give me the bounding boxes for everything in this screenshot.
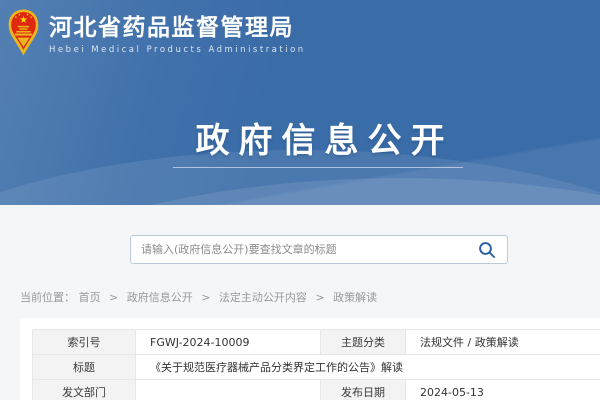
date-value: 2024-05-13	[406, 380, 600, 400]
index-value: FGWJ-2024-10009	[136, 330, 321, 355]
search-input[interactable]	[131, 243, 478, 256]
breadcrumb-separator: >	[315, 291, 324, 304]
breadcrumb-item-policy[interactable]: 政策解读	[333, 291, 377, 304]
title-value: 《关于规范医疗器械产品分类界定工作的公告》解读	[136, 355, 600, 380]
breadcrumb-prefix: 当前位置：	[20, 291, 75, 304]
breadcrumb-item-disclosure[interactable]: 法定主动公开内容	[219, 291, 307, 304]
document-card: 索引号 FGWJ-2024-10009 主题分类 法规文件 / 政策解读 标题 …	[20, 318, 600, 400]
page: 河北省药品监督管理局 Hebei Medical Products Admini…	[0, 0, 600, 400]
brand[interactable]: 河北省药品监督管理局 Hebei Medical Products Admini…	[7, 9, 306, 56]
meta-row-department-date: 发文部门 发布日期 2024-05-13	[33, 380, 600, 400]
search-icon[interactable]	[478, 241, 496, 259]
breadcrumb-item-home[interactable]: 首页	[79, 291, 101, 304]
index-label: 索引号	[33, 330, 136, 355]
brand-text: 河北省药品监督管理局 Hebei Medical Products Admini…	[49, 9, 306, 55]
banner-divider	[173, 167, 463, 168]
site-subtitle: Hebei Medical Products Administration	[49, 45, 306, 55]
site-title: 河北省药品监督管理局	[49, 16, 306, 41]
meta-row-index-category: 索引号 FGWJ-2024-10009 主题分类 法规文件 / 政策解读	[33, 330, 600, 355]
breadcrumb-separator: >	[109, 291, 118, 304]
document-meta-table: 索引号 FGWJ-2024-10009 主题分类 法规文件 / 政策解读 标题 …	[32, 329, 600, 400]
date-label: 发布日期	[321, 380, 406, 400]
site-header: 河北省药品监督管理局 Hebei Medical Products Admini…	[0, 0, 600, 205]
department-label: 发文部门	[33, 380, 136, 400]
category-label: 主题分类	[321, 330, 406, 355]
breadcrumb-separator: >	[201, 291, 210, 304]
banner-title: 政府信息公开	[40, 113, 600, 162]
search-bar	[130, 235, 508, 264]
breadcrumb-item-gov-info[interactable]: 政府信息公开	[127, 291, 193, 304]
title-label: 标题	[33, 355, 136, 380]
department-value	[136, 380, 321, 400]
meta-row-title: 标题 《关于规范医疗器械产品分类界定工作的公告》解读	[33, 355, 600, 380]
breadcrumb: 当前位置： 首页 > 政府信息公开 > 法定主动公开内容 > 政策解读	[20, 289, 377, 305]
category-value: 法规文件 / 政策解读	[406, 330, 600, 355]
national-emblem-icon	[7, 9, 40, 56]
